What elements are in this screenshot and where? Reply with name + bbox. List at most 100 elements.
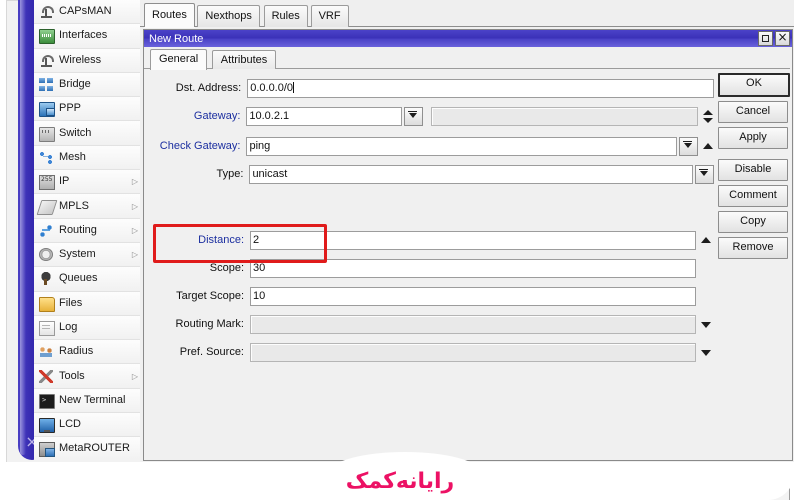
dropdown-button[interactable]	[679, 137, 698, 156]
dialog-tab-general[interactable]: General	[150, 49, 207, 70]
sidebar-item-label: Mesh	[59, 152, 130, 163]
route-form: Dst. Address:0.0.0.0/0Gateway:10.0.2.1Ch…	[144, 69, 790, 443]
field-row: Scope:30	[144, 259, 714, 278]
metarouter-icon	[38, 441, 55, 456]
field-label: Routing Mark:	[144, 315, 250, 334]
sidebar-item-tools[interactable]: Tools▷	[34, 364, 140, 388]
chevron-down-icon[interactable]	[699, 316, 712, 333]
sidebar-item-new-terminal[interactable]: New Terminal	[34, 389, 140, 413]
field-label: Pref. Source:	[144, 343, 250, 362]
sidebar-item-bridge[interactable]: Bridge	[34, 73, 140, 97]
expand-up-icon[interactable]	[701, 138, 714, 155]
rail-highlight	[20, 0, 26, 455]
sidebar-item-label: New Terminal	[59, 395, 130, 406]
field-input[interactable]: 30	[250, 259, 696, 278]
dialog-tab-strip: GeneralAttributes	[144, 47, 790, 69]
sidebar-item-radius[interactable]: Radius	[34, 340, 140, 364]
sidebar-item-label: MPLS	[59, 201, 130, 212]
submenu-arrow-icon: ▷	[130, 177, 140, 186]
close-button[interactable]	[775, 31, 790, 46]
field-input[interactable]: ping	[246, 137, 677, 156]
sidebar-item-files[interactable]: Files	[34, 292, 140, 316]
dialog-tab-attributes[interactable]: Attributes	[212, 50, 276, 70]
sidebar-item-log[interactable]: Log	[34, 316, 140, 340]
routes-window: RoutesNexthopsRulesVRF New Route General…	[140, 0, 794, 462]
tools-icon	[38, 369, 55, 384]
terminal-icon	[38, 393, 55, 408]
sidebar-item-metarouter[interactable]: MetaROUTER	[34, 437, 140, 460]
maximize-button[interactable]	[758, 31, 773, 46]
sidebar-item-label: Tools	[59, 371, 130, 382]
field-label[interactable]: Check Gateway:	[144, 137, 246, 156]
sidebar-item-label: PPP	[59, 103, 130, 114]
dropdown-button[interactable]	[404, 107, 423, 126]
copy-button[interactable]: Copy	[718, 211, 788, 233]
disable-button[interactable]: Disable	[718, 159, 788, 181]
sidebar-item-ip[interactable]: IP▷	[34, 170, 140, 194]
dropdown-button[interactable]	[695, 165, 714, 184]
tab-routes[interactable]: Routes	[144, 3, 195, 27]
field-input[interactable]: 0.0.0.0/0	[247, 79, 714, 98]
spinner-arrows-icon[interactable]	[701, 108, 714, 125]
submenu-arrow-icon: ▷	[130, 250, 140, 259]
sidebar-item-system[interactable]: System▷	[34, 243, 140, 267]
ok-button[interactable]: OK	[718, 73, 790, 97]
main-menu-sidebar: CAPsMAN Interfaces Wireless Bridge PPP Switch…	[34, 0, 141, 460]
field-input[interactable]: 10.0.2.1	[246, 107, 401, 126]
field-label: Type:	[144, 165, 249, 184]
field-label: Target Scope:	[144, 287, 250, 306]
field-row: Gateway:10.0.2.1	[144, 107, 714, 126]
sidebar-item-interfaces[interactable]: Interfaces	[34, 24, 140, 48]
sidebar-item-label: Interfaces	[59, 30, 130, 41]
field-input[interactable]: 2	[250, 231, 696, 250]
sidebar-item-lcd[interactable]: LCD	[34, 413, 140, 437]
sidebar-item-routing[interactable]: Routing▷	[34, 219, 140, 243]
queues-icon	[38, 271, 55, 286]
mpls-icon	[38, 199, 55, 214]
field-input	[250, 315, 696, 334]
new-route-dialog: New Route GeneralAttributes Dst. Address…	[143, 29, 793, 461]
switch-icon	[38, 126, 55, 141]
cancel-button[interactable]: Cancel	[718, 101, 788, 123]
tab-nexthops[interactable]: Nexthops	[197, 5, 259, 27]
sidebar-item-ppp[interactable]: PPP	[34, 97, 140, 121]
field-input[interactable]: unicast	[249, 165, 693, 184]
comment-button[interactable]: Comment	[718, 185, 788, 207]
sidebar-item-label: Wireless	[59, 55, 130, 66]
tab-rules[interactable]: Rules	[264, 5, 308, 27]
field-row: Type:unicast	[144, 165, 714, 184]
sidebar-item-capsman[interactable]: CAPsMAN	[34, 0, 140, 24]
sidebar-item-label: Queues	[59, 273, 130, 284]
field-label[interactable]: Gateway:	[144, 107, 246, 126]
bridge-icon	[38, 77, 55, 92]
watermark-area: رایانه‌کمک	[0, 462, 800, 500]
tab-vrf[interactable]: VRF	[311, 5, 349, 27]
submenu-arrow-icon: ▷	[130, 372, 140, 381]
field-input[interactable]: 10	[250, 287, 696, 306]
field-value: ping	[249, 140, 270, 152]
log-icon	[38, 320, 55, 335]
gateway-interface-input[interactable]	[431, 107, 698, 126]
antenna-icon	[38, 4, 55, 19]
sidebar-item-label: System	[59, 249, 130, 260]
remove-button[interactable]: Remove	[718, 237, 788, 259]
sidebar-item-label: Log	[59, 322, 130, 333]
files-icon	[38, 296, 55, 311]
lcd-icon	[38, 417, 55, 432]
radius-icon	[38, 344, 55, 359]
expand-up-icon[interactable]	[699, 232, 712, 249]
field-value: 0.0.0.0/0	[250, 82, 293, 94]
sidebar-item-mesh[interactable]: Mesh	[34, 146, 140, 170]
sidebar-item-wireless[interactable]: Wireless	[34, 49, 140, 73]
sidebar-item-label: Switch	[59, 128, 130, 139]
field-label[interactable]: Distance:	[144, 231, 250, 250]
system-icon	[38, 247, 55, 262]
apply-button[interactable]: Apply	[718, 127, 788, 149]
sidebar-item-label: MetaROUTER	[59, 443, 130, 454]
sidebar-item-queues[interactable]: Queues	[34, 267, 140, 291]
field-row: Check Gateway:ping	[144, 137, 714, 156]
field-value: 2	[253, 234, 259, 246]
chevron-down-icon[interactable]	[699, 344, 712, 361]
sidebar-item-switch[interactable]: Switch	[34, 121, 140, 145]
sidebar-item-mpls[interactable]: MPLS▷	[34, 194, 140, 218]
